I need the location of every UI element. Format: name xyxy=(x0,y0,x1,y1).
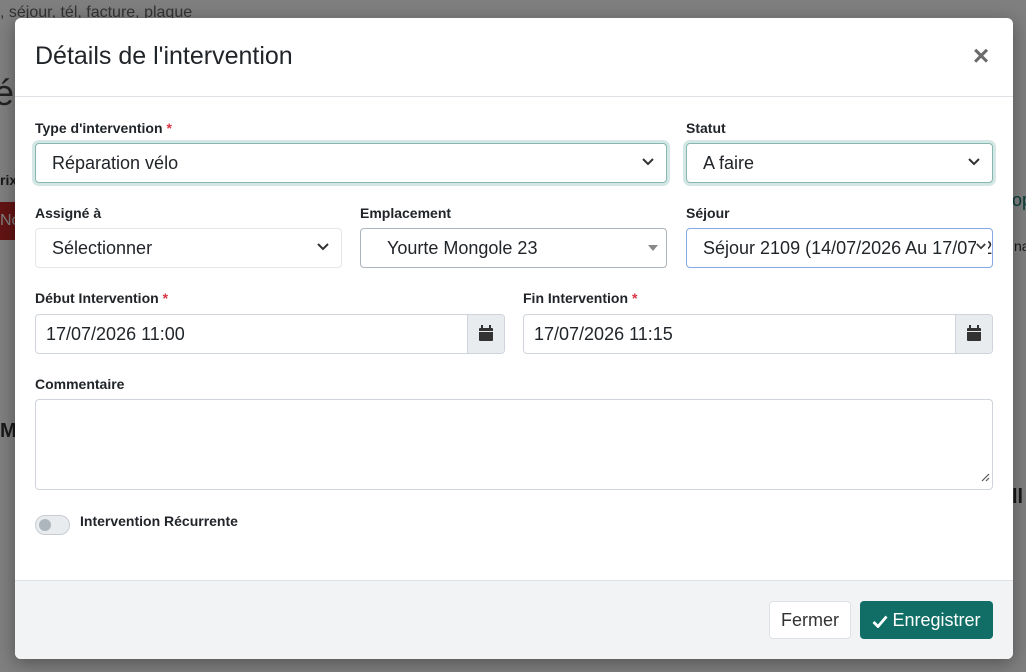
required-marker: * xyxy=(166,120,172,136)
type-intervention-select[interactable]: Réparation vélo xyxy=(35,143,667,183)
fermer-button[interactable]: Fermer xyxy=(769,601,851,639)
required-marker: * xyxy=(632,290,638,306)
emplacement-select[interactable]: Yourte Mongole 23 xyxy=(360,228,667,268)
assigne-select[interactable]: Sélectionner xyxy=(35,228,342,268)
statut-value: A faire xyxy=(703,153,755,173)
fin-intervention-label: Fin Intervention * xyxy=(523,290,637,306)
check-icon xyxy=(872,615,889,629)
statut-label: Statut xyxy=(686,120,726,136)
commentaire-textarea[interactable] xyxy=(35,399,993,490)
assigne-value: Sélectionner xyxy=(52,238,153,258)
recurrente-label: Intervention Récurrente xyxy=(80,513,238,529)
chevron-down-icon xyxy=(642,144,654,182)
modal-title: Détails de l'intervention xyxy=(35,42,293,70)
sejour-label: Séjour xyxy=(686,205,730,221)
modal-footer: Fermer Enregistrer xyxy=(15,580,1013,659)
calendar-icon[interactable] xyxy=(955,315,992,353)
resize-handle-icon[interactable] xyxy=(980,469,990,487)
emplacement-label: Emplacement xyxy=(360,205,452,221)
caret-down-icon xyxy=(648,245,658,251)
statut-select[interactable]: A faire xyxy=(686,143,993,183)
debut-intervention-value: 17/07/2026 11:00 xyxy=(46,324,185,344)
debut-intervention-label-text: Début Intervention xyxy=(35,290,159,306)
modal-header: Détails de l'intervention × xyxy=(15,18,1013,97)
sejour-select[interactable]: Séjour 2109 (14/07/2026 Au 17/07/2026) xyxy=(686,228,993,268)
emplacement-value: Yourte Mongole 23 xyxy=(387,238,538,258)
enregistrer-button[interactable]: Enregistrer xyxy=(860,601,993,639)
type-intervention-label-text: Type d'intervention xyxy=(35,120,163,136)
assigne-label: Assigné à xyxy=(35,205,102,221)
fin-intervention-input[interactable]: 17/07/2026 11:15 xyxy=(523,314,993,354)
recurrente-toggle[interactable] xyxy=(35,515,70,535)
type-intervention-label: Type d'intervention * xyxy=(35,120,172,136)
chevron-down-icon xyxy=(976,229,988,267)
type-intervention-value: Réparation vélo xyxy=(52,153,179,173)
close-icon[interactable]: × xyxy=(969,42,993,70)
chevron-down-icon xyxy=(968,144,980,182)
debut-intervention-label: Début Intervention * xyxy=(35,290,168,306)
toggle-knob xyxy=(39,519,51,531)
commentaire-label: Commentaire xyxy=(35,376,125,392)
intervention-details-modal: Détails de l'intervention × Type d'inter… xyxy=(15,18,1013,659)
debut-intervention-input[interactable]: 17/07/2026 11:00 xyxy=(35,314,505,354)
sejour-value: Séjour 2109 (14/07/2026 Au 17/07/2026) xyxy=(703,238,992,258)
enregistrer-label: Enregistrer xyxy=(892,610,981,630)
chevron-down-icon xyxy=(317,229,329,267)
fin-intervention-value: 17/07/2026 11:15 xyxy=(534,324,673,344)
required-marker: * xyxy=(162,290,169,306)
calendar-icon[interactable] xyxy=(467,315,504,353)
fin-intervention-label-text: Fin Intervention xyxy=(523,290,628,306)
